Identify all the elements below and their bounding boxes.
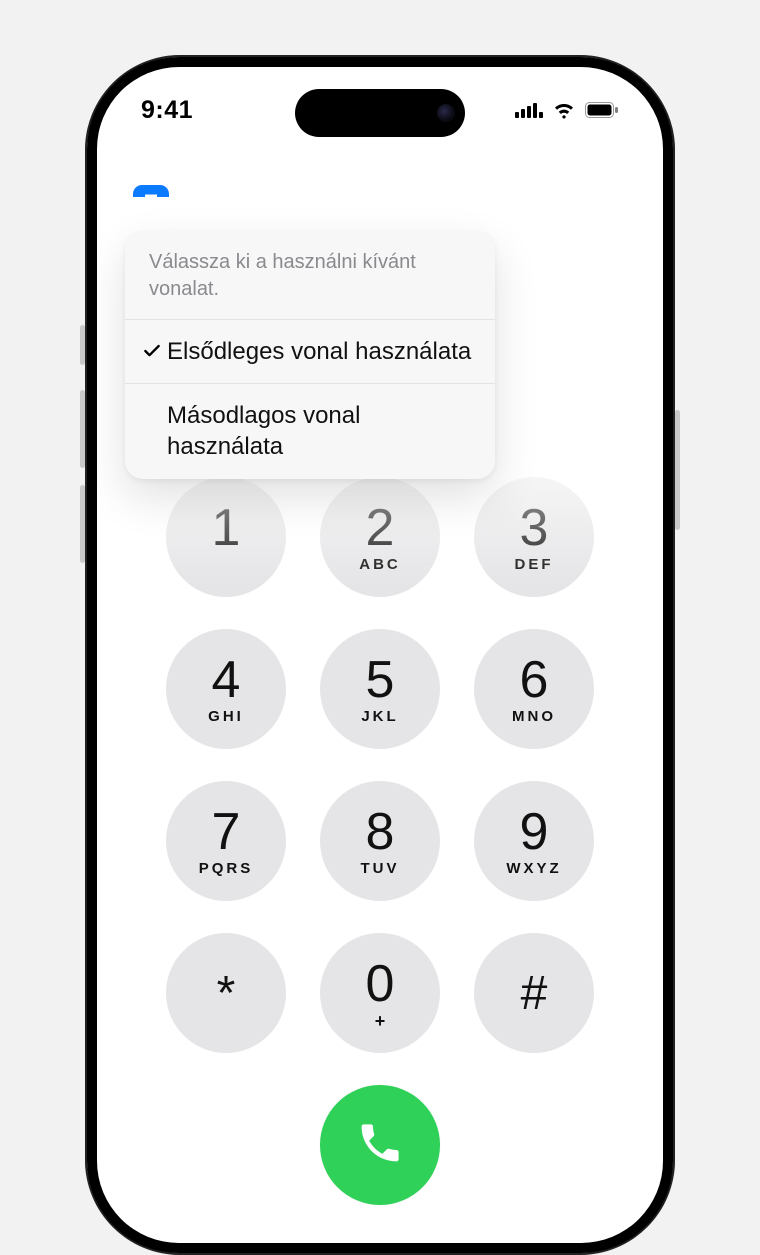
call-row — [97, 1085, 663, 1205]
line-menu-secondary-label: Másodlagos vonal használata — [167, 400, 475, 462]
volume-down-button — [80, 485, 85, 563]
key-9[interactable]: 9 WXYZ — [474, 781, 594, 901]
checkmark-icon — [137, 336, 167, 361]
line-menu-primary[interactable]: Elsődleges vonal használata — [125, 320, 495, 384]
line-selector-menu: Válassza ki a használni kívánt vonalat. … — [125, 231, 495, 479]
key-1[interactable]: 1 — [166, 477, 286, 597]
side-button — [80, 325, 85, 365]
power-button — [675, 410, 680, 530]
dynamic-island — [295, 89, 465, 137]
key-8[interactable]: 8 TUV — [320, 781, 440, 901]
status-time: 9:41 — [141, 90, 193, 125]
line-menu-secondary[interactable]: Másodlagos vonal használata — [125, 384, 495, 478]
battery-icon — [585, 102, 619, 118]
key-7[interactable]: 7 PQRS — [166, 781, 286, 901]
line-badge[interactable]: E — [133, 185, 169, 221]
status-icons — [515, 95, 619, 119]
keypad: 1 2 ABC 3 DEF 4 GHI 5 JKL — [97, 477, 663, 1053]
key-2[interactable]: 2 ABC — [320, 477, 440, 597]
phone-device-frame: 9:41 — [85, 55, 675, 1255]
key-3[interactable]: 3 DEF — [474, 477, 594, 597]
key-6[interactable]: 6 MNO — [474, 629, 594, 749]
call-button[interactable] — [320, 1085, 440, 1205]
line-menu-primary-label: Elsődleges vonal használata — [167, 336, 475, 367]
cellular-icon — [515, 102, 543, 118]
key-5[interactable]: 5 JKL — [320, 629, 440, 749]
key-star[interactable]: * — [166, 933, 286, 1053]
camera-icon — [437, 104, 455, 122]
phone-icon — [356, 1119, 404, 1172]
phone-screen: 9:41 — [97, 67, 663, 1243]
volume-up-button — [80, 390, 85, 468]
key-hash[interactable]: # — [474, 933, 594, 1053]
key-4[interactable]: 4 GHI — [166, 629, 286, 749]
checkmark-placeholder — [137, 400, 167, 405]
key-0[interactable]: 0 + — [320, 933, 440, 1053]
wifi-icon — [552, 101, 576, 119]
line-menu-header: Válassza ki a használni kívánt vonalat. — [125, 231, 495, 320]
